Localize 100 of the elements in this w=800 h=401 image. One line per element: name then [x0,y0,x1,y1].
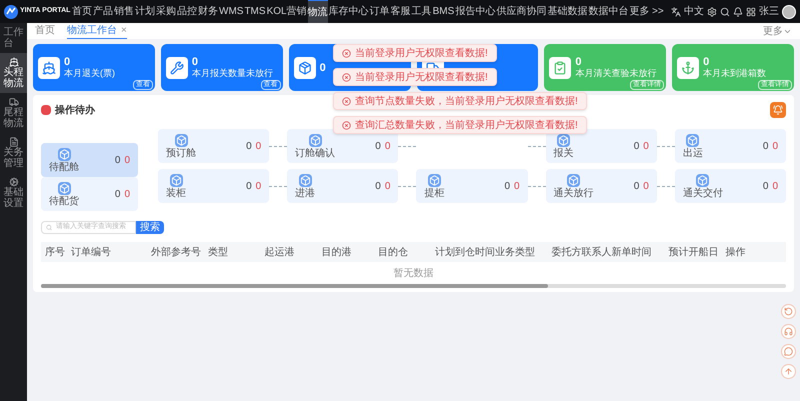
node-label: 待配货 [49,196,79,206]
node-alert-count: 0 [643,140,649,154]
nav-item[interactable]: 库存中心 [328,0,369,23]
bell-button[interactable] [770,102,786,118]
sidebar-item[interactable]: 头程物流 [0,53,27,93]
flow-node[interactable]: 订舱确认 0 0 [287,129,398,163]
nav-item[interactable]: 供应商协同 [496,0,546,23]
box-icon [567,174,580,186]
card-value: 0 [64,56,72,68]
anchor-icon [681,60,696,74]
sidebar-item[interactable]: 尾程物流 [0,93,27,133]
column-header: 目的仓 [378,246,410,260]
nav-item[interactable]: 数据中台 [588,0,628,23]
sidebar-title[interactable]: 工作台 [4,27,24,49]
flow-node[interactable]: 通关放行 0 0 [546,169,657,203]
search-icon[interactable] [720,6,730,16]
card-value: 0 [320,62,326,74]
nav-item[interactable]: 计划 [135,0,155,23]
nav-item[interactable]: BMS [432,0,454,23]
flow-node[interactable]: 报关 0 0 [546,129,657,163]
nav-item[interactable]: 基础数据 [547,0,588,23]
float-button[interactable] [781,344,796,359]
node-count: 0 [246,140,252,154]
sidebar-item[interactable]: 关务管理 [0,133,27,173]
nav-item[interactable]: 品控 [177,0,197,23]
box-icon [686,134,700,146]
settings-icon[interactable] [707,6,717,16]
float-button[interactable] [781,324,796,339]
box-icon [308,134,322,146]
page-tab[interactable]: 首页 [35,24,55,38]
node-label: 预订舱 [166,148,196,158]
clipboard-check-icon [553,60,568,74]
more-tabs-label[interactable]: 更多 [763,24,783,38]
column-header: 外部参考号 [151,246,202,260]
refresh-icon [784,307,793,316]
nav-item[interactable]: 采购 [156,0,176,23]
column-header: 委托方联系人 [552,246,612,260]
nav-item[interactable]: WMS [219,0,244,23]
error-icon [342,48,351,58]
translate-icon[interactable] [671,6,681,16]
user-name[interactable]: 张三 [759,4,779,19]
card-value: 0 [192,56,199,68]
node-alert-count: 0 [514,180,520,194]
wrench-icon [170,60,184,74]
flow-node[interactable]: 待配货 0 0 [41,177,138,211]
box-icon [58,182,70,194]
column-header: 预计开船日 [668,246,720,260]
package-icon [298,60,312,74]
box-icon [696,174,710,186]
grid-icon[interactable] [746,6,756,16]
flow-node[interactable]: 通关交付 0 0 [674,169,786,203]
node-count: 0 [114,154,120,168]
nav-item[interactable]: 客服 [390,0,411,23]
node-label: 报关 [554,148,574,158]
node-alert-count: 0 [384,180,390,194]
node-alert-count: 0 [772,180,778,194]
nav-item[interactable]: 更多 >> [629,0,664,23]
node-alert-count: 0 [384,140,390,154]
node-count: 0 [375,140,381,154]
card-value: 0 [703,56,710,68]
card-label: 本月未到港箱数 [703,68,766,79]
scrollbar[interactable] [41,284,786,288]
nav-item[interactable]: 首页 [72,0,92,23]
nav-item[interactable]: 订单 [370,0,390,23]
nav-item[interactable]: 工具 [412,0,432,23]
flow-node[interactable]: 预订舱 0 0 [158,129,270,163]
page-tab[interactable]: 物流工作台 × [67,24,127,38]
column-header: 类型 [208,246,229,260]
search-button[interactable]: 搜索 [136,221,164,234]
language-label[interactable]: 中文 [684,4,704,19]
headset-icon [784,327,793,336]
logo-icon [4,4,18,18]
column-header: 计划到仓时间 [434,246,495,260]
nav-item[interactable]: TMS [244,0,266,23]
nav-item[interactable]: 财务 [198,0,218,23]
node-label: 通关交付 [682,188,723,198]
card-label: 本月报关数量未放行 [192,68,273,79]
flow-node[interactable]: 待配舱 0 0 [41,143,138,177]
column-header: 操作 [725,246,746,260]
box-icon [428,174,441,186]
flow-node[interactable]: 进港 0 0 [287,169,398,203]
flow-node[interactable]: 装柜 0 0 [158,169,270,203]
flow-node[interactable]: 出运 0 0 [674,129,786,163]
column-header: 序号 [45,246,66,260]
bell-icon[interactable] [733,6,743,16]
toast-message: 查询节点数量失败，当前登录用户无权限查看数据! [355,94,578,108]
node-alert-count: 0 [772,140,778,154]
sidebar-icon [8,97,18,107]
nav-item[interactable]: 物流 [308,0,328,24]
node-label: 订舱确认 [295,148,336,158]
avatar[interactable] [782,4,796,18]
nav-item[interactable]: KOL营销 [266,0,307,23]
nav-item[interactable]: 产品 [93,0,113,23]
sidebar-item[interactable]: 基础设置 [0,173,27,213]
flow-node[interactable]: 提柜 0 0 [416,169,528,203]
nav-item[interactable]: 销售 [114,0,134,23]
nav-item[interactable]: 报告中心 [455,0,496,23]
box-icon [557,134,570,146]
float-button[interactable] [781,304,796,319]
node-count: 0 [504,180,510,194]
